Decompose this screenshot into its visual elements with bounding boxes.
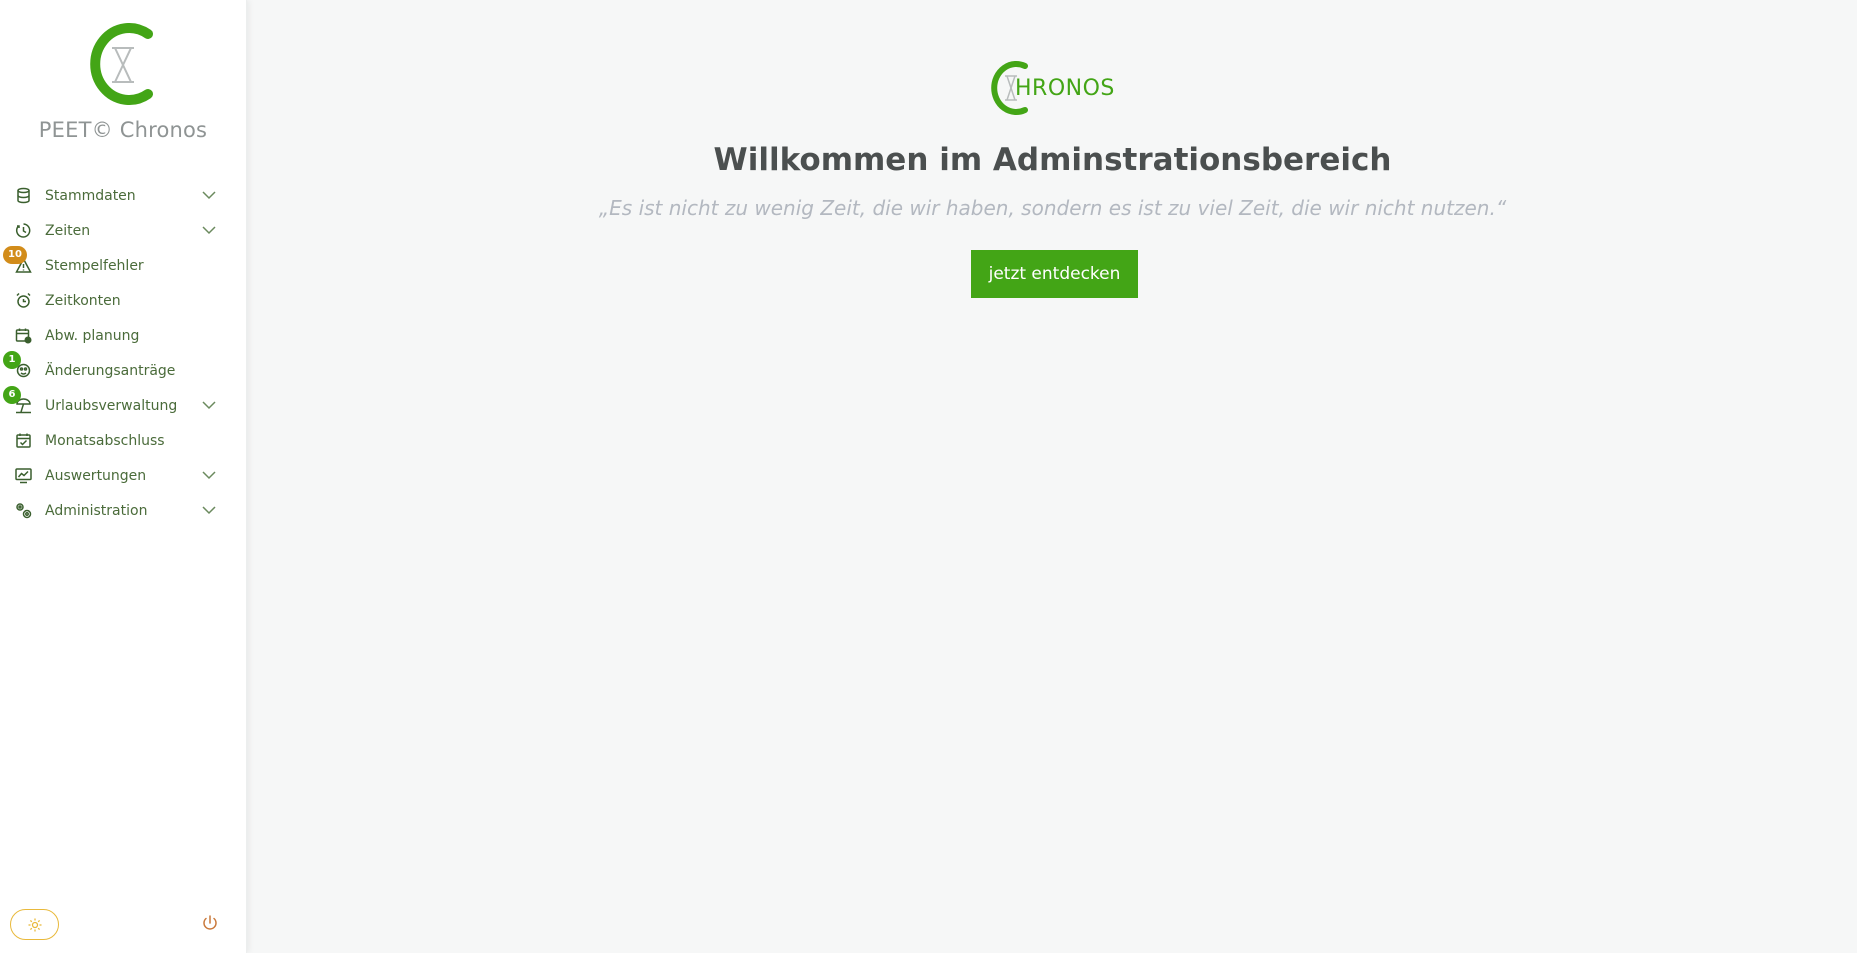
sidebar-item-label: Änderungsanträge <box>45 362 176 379</box>
sidebar-item-zeiten[interactable]: Zeiten <box>0 213 246 248</box>
sidebar-item-label: Administration <box>45 502 148 519</box>
sidebar-item-label: Stammdaten <box>45 187 136 204</box>
notification-badge: 10 <box>3 246 27 264</box>
sidebar-item-label: Zeiten <box>45 222 91 239</box>
sidebar-item-label: Stempelfehler <box>45 257 144 274</box>
sidebar-nav: Stammdaten Zeiten 10 Stempelfehler Zeitk… <box>0 178 246 528</box>
clock-icon <box>15 223 31 238</box>
chevron-down-icon[interactable] <box>202 190 216 200</box>
notification-badge: 1 <box>3 351 21 369</box>
chevron-down-icon[interactable] <box>202 505 216 515</box>
discover-button[interactable]: jetzt entdecken <box>971 250 1138 298</box>
sidebar-item-aenderungsantraege[interactable]: 1 Änderungsanträge <box>0 351 246 388</box>
chevron-down-icon[interactable] <box>202 400 216 410</box>
chronos-logo-icon <box>90 23 153 105</box>
sidebar-item-urlaubsverwaltung[interactable]: 6 Urlaubsverwaltung <box>0 386 246 423</box>
theme-toggle-button[interactable] <box>10 909 59 940</box>
sun-icon <box>28 918 41 931</box>
sidebar-item-label: Auswertungen <box>45 467 147 484</box>
alarm-clock-icon <box>16 292 31 308</box>
sidebar-item-label: Monatsabschluss <box>45 432 165 449</box>
sidebar: PEET© Chronos Stammdaten Zeiten 10 Stemp… <box>0 0 247 953</box>
sidebar-item-monatsabschluss[interactable]: Monatsabschluss <box>0 423 246 458</box>
main-content: HRONOS Willkommen im Adminstrationsberei… <box>248 0 1857 953</box>
chevron-down-icon[interactable] <box>202 225 216 235</box>
sidebar-item-zeitkonten[interactable]: Zeitkonten <box>0 283 246 318</box>
sidebar-item-stammdaten[interactable]: Stammdaten <box>0 178 246 213</box>
page-title: Willkommen im Adminstrationsbereich <box>713 142 1392 178</box>
sidebar-item-auswertungen[interactable]: Auswertungen <box>0 458 246 493</box>
database-icon <box>17 187 30 204</box>
calendar-clock-icon <box>15 328 32 344</box>
sidebar-item-label: Zeitkonten <box>45 292 121 309</box>
logo-text: HRONOS <box>1015 76 1115 101</box>
chronos-wordmark: HRONOS <box>985 58 1127 118</box>
calendar-check-icon <box>16 433 31 448</box>
sidebar-item-label: Abw. planung <box>45 327 140 344</box>
app-window: PEET© Chronos Stammdaten Zeiten 10 Stemp… <box>0 0 1857 953</box>
sidebar-item-abw-planung[interactable]: Abw. planung <box>0 318 246 353</box>
chevron-down-icon[interactable] <box>202 470 216 480</box>
sidebar-item-administration[interactable]: Administration <box>0 493 246 528</box>
quote-text: „Es ist nicht zu wenig Zeit, die wir hab… <box>598 196 1507 220</box>
brand-name: PEET© Chronos <box>38 118 208 142</box>
notification-badge: 6 <box>3 386 21 404</box>
gears-icon <box>16 503 32 519</box>
sidebar-item-stempelfehler[interactable]: 10 Stempelfehler <box>0 246 246 283</box>
chart-monitor-icon <box>15 468 32 484</box>
sidebar-item-label: Urlaubsverwaltung <box>45 397 178 414</box>
power-icon[interactable] <box>201 914 219 932</box>
